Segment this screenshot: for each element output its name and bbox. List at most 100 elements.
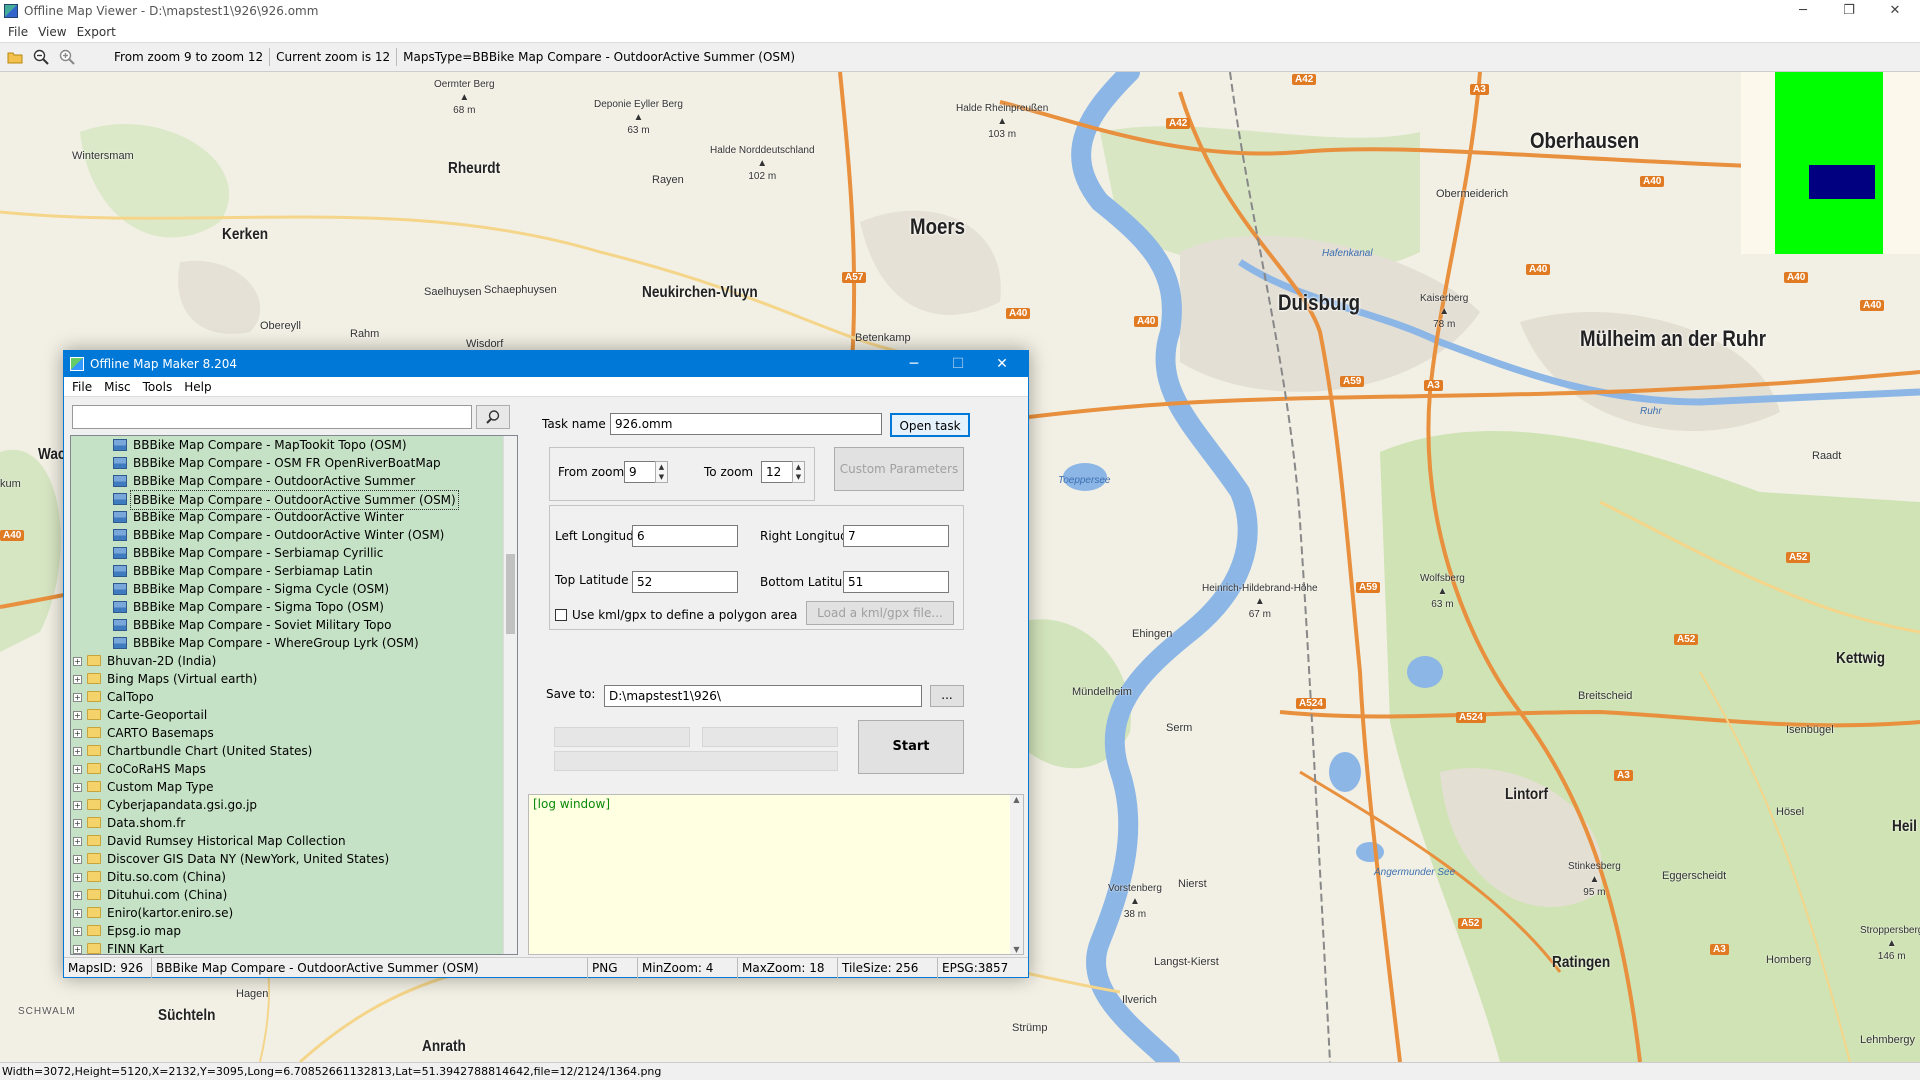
custom-parameters-button[interactable]: Custom Parameters: [834, 447, 964, 491]
log-window[interactable]: [log window] ▲ ▼: [528, 794, 1024, 955]
scroll-down-icon[interactable]: ▼: [1010, 945, 1023, 954]
tree-item-map[interactable]: BBBike Map Compare - OutdoorActive Winte…: [71, 508, 517, 526]
tree-item-folder[interactable]: + CARTO Basemaps: [71, 724, 517, 742]
start-button[interactable]: Start: [858, 720, 964, 774]
map-label-village: SCHWALM: [18, 1006, 76, 1017]
scroll-up-icon[interactable]: ▲: [1010, 795, 1023, 804]
expand-icon[interactable]: +: [73, 873, 82, 882]
tree-item-folder[interactable]: + Eniro(kartor.eniro.se): [71, 904, 517, 922]
left-longitude-input[interactable]: 6: [632, 525, 738, 547]
minimize-button[interactable]: ─: [1780, 0, 1826, 22]
search-button[interactable]: [476, 405, 510, 429]
kml-polygon-checkbox[interactable]: [555, 609, 567, 621]
expand-icon[interactable]: +: [73, 891, 82, 900]
expand-icon[interactable]: +: [73, 927, 82, 936]
expand-icon[interactable]: +: [73, 747, 82, 756]
map-label-village: Langst-Kierst: [1154, 956, 1219, 968]
menu-view[interactable]: View: [38, 25, 66, 39]
tree-item-folder[interactable]: + Custom Map Type: [71, 778, 517, 796]
tree-scrollbar-thumb[interactable]: [506, 554, 515, 634]
tree-item-folder[interactable]: + Dituhui.com (China): [71, 886, 517, 904]
dialog-menu-tools[interactable]: Tools: [143, 380, 173, 394]
menu-export[interactable]: Export: [77, 25, 116, 39]
dialog-menu-help[interactable]: Help: [184, 380, 211, 394]
expand-icon[interactable]: +: [73, 711, 82, 720]
expand-icon[interactable]: +: [73, 783, 82, 792]
menu-file[interactable]: File: [8, 25, 28, 39]
to-zoom-input[interactable]: 12: [761, 461, 793, 483]
tree-item-map[interactable]: BBBike Map Compare - Serbiamap Cyrillic: [71, 544, 517, 562]
dialog-maximize-button[interactable]: ☐: [936, 351, 980, 377]
tree-item-map[interactable]: BBBike Map Compare - Sigma Cycle (OSM): [71, 580, 517, 598]
tree-item-map[interactable]: BBBike Map Compare - WhereGroup Lyrk (OS…: [71, 634, 517, 652]
bottom-latitude-input[interactable]: 51: [843, 571, 949, 593]
tree-item-folder[interactable]: + FINN Kart: [71, 940, 517, 954]
tree-item-folder[interactable]: + Chartbundle Chart (United States): [71, 742, 517, 760]
load-kml-button[interactable]: Load a kml/gpx file...: [806, 601, 954, 625]
right-longitude-input[interactable]: 7: [843, 525, 949, 547]
dialog-close-button[interactable]: ✕: [980, 351, 1024, 377]
expand-icon[interactable]: +: [73, 657, 82, 666]
expand-icon[interactable]: +: [73, 801, 82, 810]
open-task-button[interactable]: Open task ...: [890, 413, 970, 455]
expand-icon[interactable]: +: [73, 819, 82, 828]
tree-item-folder[interactable]: + CalTopo: [71, 688, 517, 706]
expand-icon[interactable]: +: [73, 675, 82, 684]
tree-item-folder[interactable]: + David Rumsey Historical Map Collection: [71, 832, 517, 850]
tree-item-folder[interactable]: + Discover GIS Data NY (NewYork, United S…: [71, 850, 517, 868]
top-latitude-input[interactable]: 52: [632, 571, 738, 593]
tree-item-map[interactable]: BBBike Map Compare - OutdoorActive Summe…: [71, 472, 517, 490]
tree-item-folder[interactable]: + Epsg.io map: [71, 922, 517, 940]
log-scrollbar[interactable]: ▲ ▼: [1010, 795, 1023, 954]
dialog-menu-file[interactable]: File: [72, 380, 92, 394]
motorway-shield: A40: [0, 530, 25, 541]
expand-icon[interactable]: +: [73, 729, 82, 738]
to-zoom-spinner[interactable]: ▲ ▼: [792, 461, 805, 483]
tree-item-map[interactable]: BBBike Map Compare - Sigma Topo (OSM): [71, 598, 517, 616]
zoom-in-icon[interactable]: [56, 46, 78, 68]
tree-item-folder[interactable]: + Data.shom.fr: [71, 814, 517, 832]
dialog-menu-misc[interactable]: Misc: [104, 380, 131, 394]
folder-icon: [87, 691, 101, 702]
task-name-input[interactable]: 926.omm: [610, 413, 882, 435]
browse-button[interactable]: ...: [930, 685, 964, 707]
maximize-button[interactable]: ❐: [1826, 0, 1872, 22]
map-type-tree[interactable]: BBBike Map Compare - MapTookit Topo (OSM…: [70, 435, 518, 955]
tree-item-map[interactable]: BBBike Map Compare - Serbiamap Latin: [71, 562, 517, 580]
map-label-village: Breitscheid: [1578, 690, 1633, 702]
tree-item-folder[interactable]: + Cyberjapandata.gsi.go.jp: [71, 796, 517, 814]
expand-icon[interactable]: +: [73, 765, 82, 774]
expand-icon[interactable]: +: [73, 837, 82, 846]
expand-icon[interactable]: +: [73, 693, 82, 702]
dialog-minimize-button[interactable]: ─: [892, 351, 936, 377]
expand-icon[interactable]: +: [73, 909, 82, 918]
tree-item-folder[interactable]: + Ditu.so.com (China): [71, 868, 517, 886]
expand-icon[interactable]: +: [73, 855, 82, 864]
search-icon: [486, 410, 500, 424]
map-label-town: Heil: [1892, 818, 1917, 835]
tree-item-map[interactable]: BBBike Map Compare - OutdoorActive Summe…: [71, 490, 517, 510]
tree-item-folder[interactable]: + Bing Maps (Virtual earth): [71, 670, 517, 688]
from-zoom-spinner[interactable]: ▲ ▼: [655, 461, 668, 483]
zoom-out-icon[interactable]: [30, 46, 52, 68]
tree-item-map[interactable]: BBBike Map Compare - OutdoorActive Winte…: [71, 526, 517, 544]
map-label-village: Strümp: [1012, 1022, 1048, 1034]
expand-icon[interactable]: +: [73, 945, 82, 954]
tree-item-folder[interactable]: + CoCoRaHS Maps: [71, 760, 517, 778]
tree-item-map[interactable]: BBBike Map Compare - OSM FR OpenRiverBoa…: [71, 454, 517, 472]
tree-item-map[interactable]: BBBike Map Compare - Soviet Military Top…: [71, 616, 517, 634]
minimap-viewport[interactable]: [1809, 165, 1875, 199]
tree-item-folder[interactable]: + Carte-Geoportail: [71, 706, 517, 724]
save-path-input[interactable]: D:\mapstest1\926\: [604, 685, 922, 707]
tree-item-folder[interactable]: + Bhuvan-2D (India): [71, 652, 517, 670]
map-search-input[interactable]: [72, 405, 472, 429]
tree-item-map[interactable]: BBBike Map Compare - MapTookit Topo (OSM…: [71, 436, 517, 454]
task-name-label: Task name: [542, 417, 606, 431]
map-label-village: Saelhuysen: [424, 286, 482, 298]
tree-scrollbar[interactable]: [503, 436, 517, 954]
close-button[interactable]: ✕: [1872, 0, 1918, 22]
minimap[interactable]: [1741, 72, 1920, 254]
from-zoom-input[interactable]: 9: [624, 461, 656, 483]
left-longitude-label: Left Longitude: [555, 529, 642, 543]
open-folder-icon[interactable]: [4, 46, 26, 68]
